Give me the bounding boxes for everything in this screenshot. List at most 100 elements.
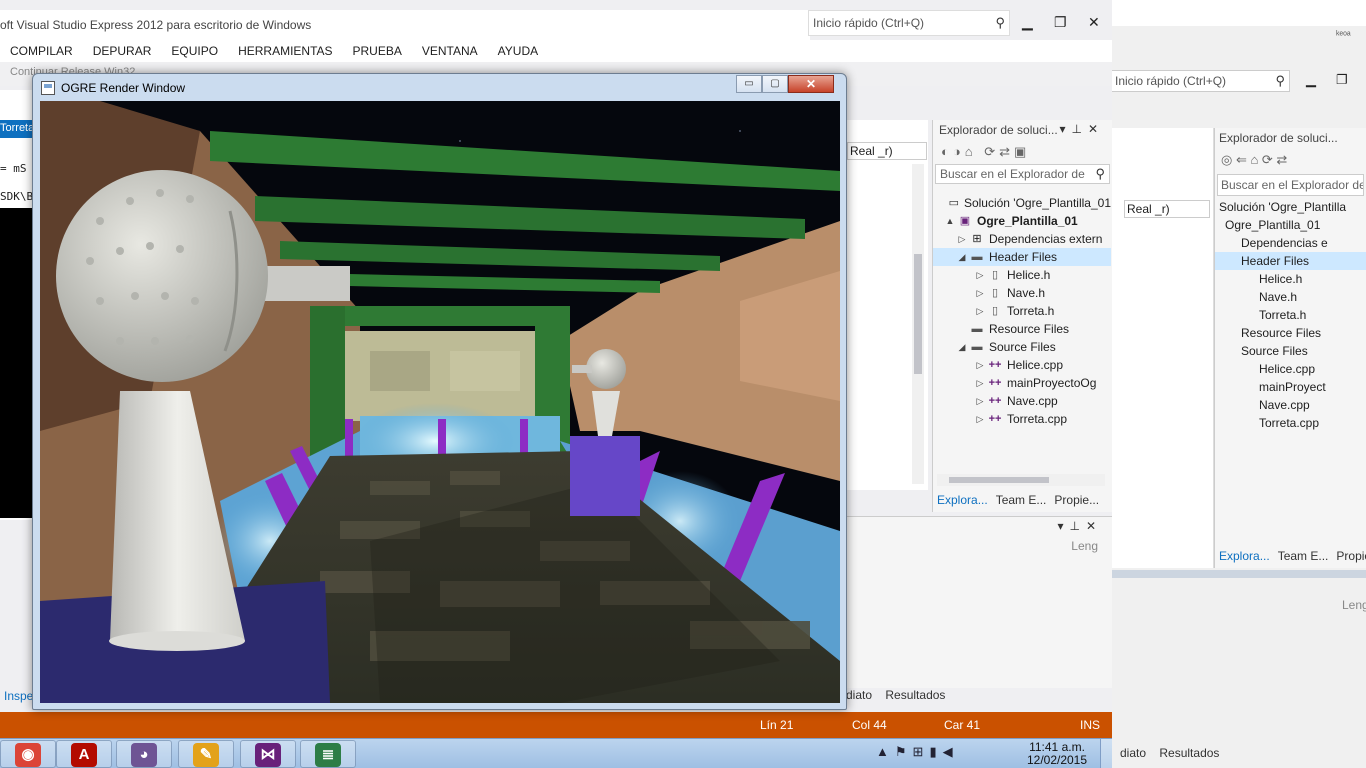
expand-arrow-icon[interactable]: ▷ (973, 266, 987, 284)
taskbar-app-button[interactable]: ◕ (116, 740, 172, 768)
taskbar-app-button[interactable]: A (56, 740, 112, 768)
volume-icon[interactable]: ◀ (943, 744, 959, 759)
tree-item[interactable]: ▷ ⊞ Dependencias extern (933, 230, 1111, 248)
panel-controls[interactable]: ▾⊥✕ (1059, 122, 1104, 136)
member-dropdown[interactable]: Real _r) (847, 142, 927, 160)
tree-item[interactable]: ▷ ++ Helice.cpp (933, 356, 1111, 374)
bg-tree-item[interactable]: Solución 'Ogre_Plantilla (1215, 198, 1366, 216)
bg-tree-item[interactable]: Ogre_Plantilla_01 (1215, 216, 1366, 234)
solution-search-input[interactable]: Buscar en el Explorador de ⚲ (935, 164, 1110, 184)
scrollbar-thumb[interactable] (949, 477, 1049, 483)
menu-ventana[interactable]: VENTANA (422, 44, 478, 58)
tab-team-explorer[interactable]: Team E... (992, 490, 1051, 512)
editor-scrollbar[interactable] (912, 164, 924, 484)
tab-solution-explorer[interactable]: Explora... (933, 490, 992, 512)
forward-icon[interactable]: ◑ (953, 144, 965, 159)
bg-restore-icon[interactable]: ❐ (1336, 72, 1348, 88)
ogre-render-window[interactable]: OGRE Render Window ▭ ▢ ✕ (32, 73, 847, 710)
bg-tab-properties[interactable]: Propie (1332, 546, 1366, 568)
tree-item[interactable]: ▲ ▣ Ogre_Plantilla_01 (933, 212, 1111, 230)
bg-tab-results[interactable]: Resultados (1159, 746, 1219, 760)
tree-item[interactable]: ▭ Solución 'Ogre_Plantilla_01 (933, 194, 1111, 212)
bg-tree-item[interactable]: Source Files (1215, 342, 1366, 360)
menu-compilar[interactable]: COMPILAR (10, 44, 73, 58)
taskbar-app-button[interactable]: ◉ (0, 740, 56, 768)
bg-tree-item[interactable]: Nave.cpp (1215, 396, 1366, 414)
taskbar-app-button[interactable]: ⋈ (240, 740, 296, 768)
menu-ayuda[interactable]: AYUDA (498, 44, 538, 58)
expand-arrow-icon[interactable]: ▷ (973, 392, 987, 410)
inspector-link[interactable]: Inspe (4, 689, 33, 703)
show-desktop-button[interactable] (1100, 739, 1112, 768)
expand-arrow-icon[interactable]: ▷ (973, 284, 987, 302)
taskbar-app-button[interactable]: ✎ (178, 740, 234, 768)
render-viewport[interactable] (40, 101, 840, 703)
bg-tree-item[interactable]: Helice.cpp (1215, 360, 1366, 378)
bg-tree-item[interactable]: mainProyect (1215, 378, 1366, 396)
bg-solution-search[interactable]: Buscar en el Explorador de (1217, 174, 1364, 196)
tab-properties[interactable]: Propie... (1050, 490, 1103, 512)
taskbar-app-button[interactable]: ≣ (300, 740, 356, 768)
panel-controls[interactable]: ▾⊥✕ (1057, 519, 1102, 533)
show-hidden-icons-icon[interactable]: ▲ (876, 744, 895, 759)
tab-immediate[interactable]: diato (846, 688, 872, 702)
tree-item[interactable]: ◢ ▬ Header Files (933, 248, 1111, 266)
bg-minimize-icon[interactable]: ▁ (1306, 72, 1316, 88)
ogre-close-button[interactable]: ✕ (788, 75, 834, 93)
ogre-minimize-button[interactable]: ▭ (736, 75, 762, 93)
bg-tree-item[interactable]: Resource Files (1215, 324, 1366, 342)
expand-arrow-icon[interactable]: ▷ (955, 230, 969, 248)
tree-item[interactable]: ▷ ▯ Helice.h (933, 266, 1111, 284)
tree-item[interactable]: ▬ Resource Files (933, 320, 1111, 338)
close-icon[interactable]: ✕ (1088, 14, 1100, 31)
bg-tab-team[interactable]: Team E... (1274, 546, 1333, 568)
tree-horizontal-scrollbar[interactable] (937, 474, 1105, 486)
expand-arrow-icon[interactable]: ▲ (943, 212, 957, 230)
bg-quick-launch-input[interactable]: Inicio rápido (Ctrl+Q) ⚲ (1110, 70, 1290, 92)
expand-arrow-icon[interactable]: ◢ (955, 248, 969, 266)
bg-tree-item[interactable]: Nave.h (1215, 288, 1366, 306)
expand-arrow-icon[interactable]: ▷ (973, 374, 987, 392)
tree-item[interactable]: ▷ ▯ Torreta.h (933, 302, 1111, 320)
bg-tree-item[interactable]: Dependencias e (1215, 234, 1366, 252)
bg-tree-item[interactable]: Torreta.h (1215, 306, 1366, 324)
ogre-maximize-button[interactable]: ▢ (762, 75, 788, 93)
ogre-title-bar[interactable]: OGRE Render Window (41, 78, 185, 98)
expand-arrow-icon[interactable]: ◢ (955, 338, 969, 356)
refresh-icon[interactable]: ⇄ (999, 144, 1014, 159)
editor-tab-torreta[interactable]: Torreta.c (0, 120, 34, 138)
expand-arrow-icon[interactable]: ▷ (973, 410, 987, 428)
home-icon[interactable]: ⌂ (965, 144, 977, 159)
back-icon[interactable]: ◐ (941, 144, 953, 159)
menu-equipo[interactable]: EQUIPO (171, 44, 218, 58)
menu-depurar[interactable]: DEPURAR (93, 44, 152, 58)
minimize-icon[interactable]: ▁ (1022, 14, 1033, 31)
system-clock[interactable]: 11:41 a.m. 12/02/2015 (1014, 741, 1100, 767)
bg-tab-immediate[interactable]: diato (1120, 746, 1146, 760)
tree-item[interactable]: ▷ ++ Torreta.cpp (933, 410, 1111, 428)
sync-icon[interactable]: ⟳ (984, 144, 999, 159)
scrollbar-thumb[interactable] (914, 254, 922, 374)
expand-arrow-icon[interactable]: ▷ (973, 302, 987, 320)
bg-tree-item[interactable]: Header Files (1215, 252, 1366, 270)
menu-prueba[interactable]: PRUEBA (353, 44, 402, 58)
bg-tree-item[interactable]: Torreta.cpp (1215, 414, 1366, 432)
expand-arrow-icon[interactable]: ▷ (973, 356, 987, 374)
collapse-icon[interactable]: ▣ (1014, 144, 1030, 159)
bg-real-dropdown[interactable]: Real _r) (1124, 200, 1210, 218)
quick-launch-input[interactable]: Inicio rápido (Ctrl+Q) ⚲ (808, 10, 1010, 36)
flag-icon[interactable]: ⚑ (895, 744, 913, 759)
restore-icon[interactable]: ❐ (1054, 14, 1067, 31)
battery-icon[interactable]: ▮ (929, 744, 942, 759)
menu-herramientas[interactable]: HERRAMIENTAS (238, 44, 332, 58)
header-file-icon: ▯ (991, 269, 999, 281)
tree-item[interactable]: ◢ ▬ Source Files (933, 338, 1111, 356)
tab-results[interactable]: Resultados (885, 688, 945, 702)
tree-item[interactable]: ▷ ++ Nave.cpp (933, 392, 1111, 410)
bg-tree-item[interactable]: Helice.h (1215, 270, 1366, 288)
network-icon[interactable]: ⊞ (913, 744, 930, 759)
tree-item[interactable]: ▷ ▯ Nave.h (933, 284, 1111, 302)
bg-tab-explorer[interactable]: Explora... (1215, 546, 1274, 568)
tree-item[interactable]: ▷ ++ mainProyectoOg (933, 374, 1111, 392)
bg-title-area (1110, 0, 1366, 26)
